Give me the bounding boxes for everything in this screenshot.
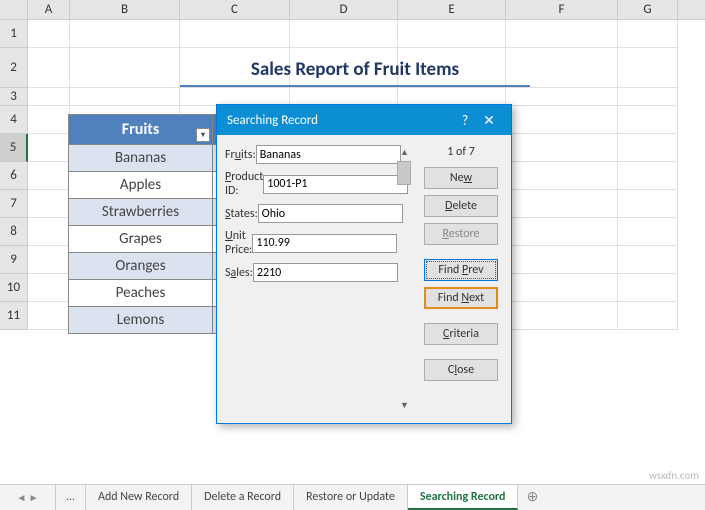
cell-fruit: Bananas (69, 144, 213, 171)
cell-fruit: Lemons (69, 306, 213, 333)
column-headers: A B C D E F G (0, 0, 705, 20)
row-header-5[interactable]: 5 (0, 134, 28, 162)
label-states: States: (225, 207, 258, 221)
col-header-e[interactable]: E (398, 0, 506, 19)
close-button[interactable]: Close (424, 359, 498, 381)
row-header-11[interactable]: 11 (0, 302, 28, 330)
record-counter: 1 of 7 (419, 145, 503, 159)
close-icon[interactable]: ✕ (477, 112, 501, 129)
sheet-tab-bar: ◄ ► ... Add New Record Delete a Record R… (0, 484, 705, 510)
label-sales: Sales: (225, 266, 253, 280)
col-header-f[interactable]: F (506, 0, 618, 19)
row-header-9[interactable]: 9 (0, 246, 28, 274)
cell-fruit: Peaches (69, 279, 213, 306)
page-title: Sales Report of Fruit Items (180, 58, 530, 87)
label-product-id: Product ID: (225, 170, 263, 198)
dialog-titlebar[interactable]: Searching Record ? ✕ (217, 105, 511, 135)
new-button[interactable]: New (424, 167, 498, 189)
row-header-7[interactable]: 7 (0, 190, 28, 218)
dialog-buttons: 1 of 7 New Delete Restore Find Prev Find… (413, 145, 503, 413)
col-header-c[interactable]: C (180, 0, 290, 19)
row-header-8[interactable]: 8 (0, 218, 28, 246)
tab-searching-record[interactable]: Searching Record (408, 485, 519, 510)
cell-fruit: Oranges (69, 252, 213, 279)
form-fields: Fruits: Product ID: States: Unit Price: … (225, 145, 395, 413)
scroll-down-icon[interactable]: ▼ (397, 398, 412, 413)
row-header-4[interactable]: 4 (0, 106, 28, 134)
row-header-1[interactable]: 1 (0, 20, 28, 48)
tab-nav-arrows[interactable]: ◄ ► (0, 485, 56, 510)
input-fruits[interactable] (256, 145, 401, 164)
find-prev-button[interactable]: Find Prev (424, 259, 498, 281)
label-unit-price: Unit Price: (225, 229, 252, 257)
tab-delete-a-record[interactable]: Delete a Record (192, 485, 294, 510)
row-header-10[interactable]: 10 (0, 274, 28, 302)
col-header-g[interactable]: G (618, 0, 678, 19)
filter-icon[interactable]: ▾ (196, 128, 210, 142)
record-scrollbar[interactable]: ▲ ▼ (397, 145, 413, 413)
label-fruits: Fruits: (225, 148, 256, 162)
input-sales[interactable] (253, 263, 398, 282)
col-header-b[interactable]: B (70, 0, 180, 19)
watermark: wsxdn.com (649, 469, 699, 482)
row-header-3[interactable]: 3 (0, 88, 28, 106)
input-states[interactable] (258, 204, 403, 223)
restore-button: Restore (424, 223, 498, 245)
criteria-button[interactable]: Criteria (424, 323, 498, 345)
input-product-id[interactable] (263, 175, 408, 194)
add-sheet-icon[interactable]: ⊕ (518, 485, 546, 510)
cell-fruit: Apples (69, 171, 213, 198)
dialog-title: Searching Record (227, 113, 453, 128)
scroll-thumb[interactable] (397, 161, 411, 185)
input-unit-price[interactable] (252, 234, 397, 253)
col-header-a[interactable]: A (28, 0, 70, 19)
select-all-corner[interactable] (0, 0, 28, 19)
tab-add-new-record[interactable]: Add New Record (86, 485, 192, 510)
data-form-dialog: Searching Record ? ✕ Fruits: Product ID:… (216, 104, 512, 424)
delete-button[interactable]: Delete (424, 195, 498, 217)
row-header-6[interactable]: 6 (0, 162, 28, 190)
cell-fruit: Strawberries (69, 198, 213, 225)
find-next-button[interactable]: Find Next (424, 287, 498, 309)
row-header-2[interactable]: 2 (0, 48, 28, 88)
header-fruits: Fruits▾ (69, 115, 213, 144)
help-icon[interactable]: ? (453, 112, 477, 129)
tab-overflow[interactable]: ... (56, 485, 86, 510)
scroll-up-icon[interactable]: ▲ (397, 145, 412, 160)
cell-fruit: Grapes (69, 225, 213, 252)
col-header-d[interactable]: D (290, 0, 398, 19)
tab-restore-or-update[interactable]: Restore or Update (294, 485, 408, 510)
